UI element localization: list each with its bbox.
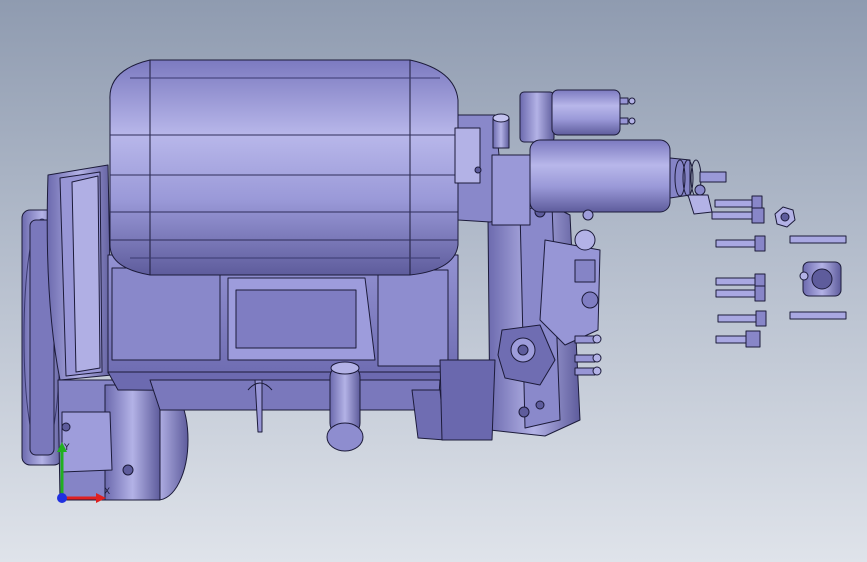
rod-2[interactable] — [789, 311, 847, 320]
oil-pan[interactable] — [149, 379, 446, 441]
bolt-6[interactable] — [717, 310, 767, 327]
fuel-filter[interactable] — [519, 89, 636, 143]
bolt-5[interactable] — [715, 285, 766, 302]
rod-1[interactable] — [789, 235, 847, 244]
y-axis-label: Y — [63, 443, 70, 453]
z-axis-dot — [57, 493, 67, 503]
bolt-2[interactable] — [711, 207, 765, 224]
oil-filter[interactable] — [326, 361, 364, 452]
cover-bolts — [574, 334, 602, 376]
bolt-7[interactable] — [715, 330, 761, 348]
engine-block[interactable] — [107, 254, 459, 393]
breather-pipe[interactable] — [492, 113, 510, 149]
engine-assembly-model[interactable]: Y X — [0, 0, 867, 562]
x-axis-label: X — [104, 487, 110, 497]
air-intake-housing[interactable] — [109, 59, 459, 276]
hex-nut[interactable] — [774, 206, 796, 228]
gear-cover[interactable] — [539, 229, 601, 346]
timing-cover[interactable] — [46, 164, 113, 381]
bolt-3[interactable] — [715, 235, 766, 252]
gear-part[interactable] — [799, 261, 842, 297]
cad-3d-viewport[interactable]: Y X — [0, 0, 867, 562]
loose-bolt-parts[interactable] — [711, 195, 847, 348]
